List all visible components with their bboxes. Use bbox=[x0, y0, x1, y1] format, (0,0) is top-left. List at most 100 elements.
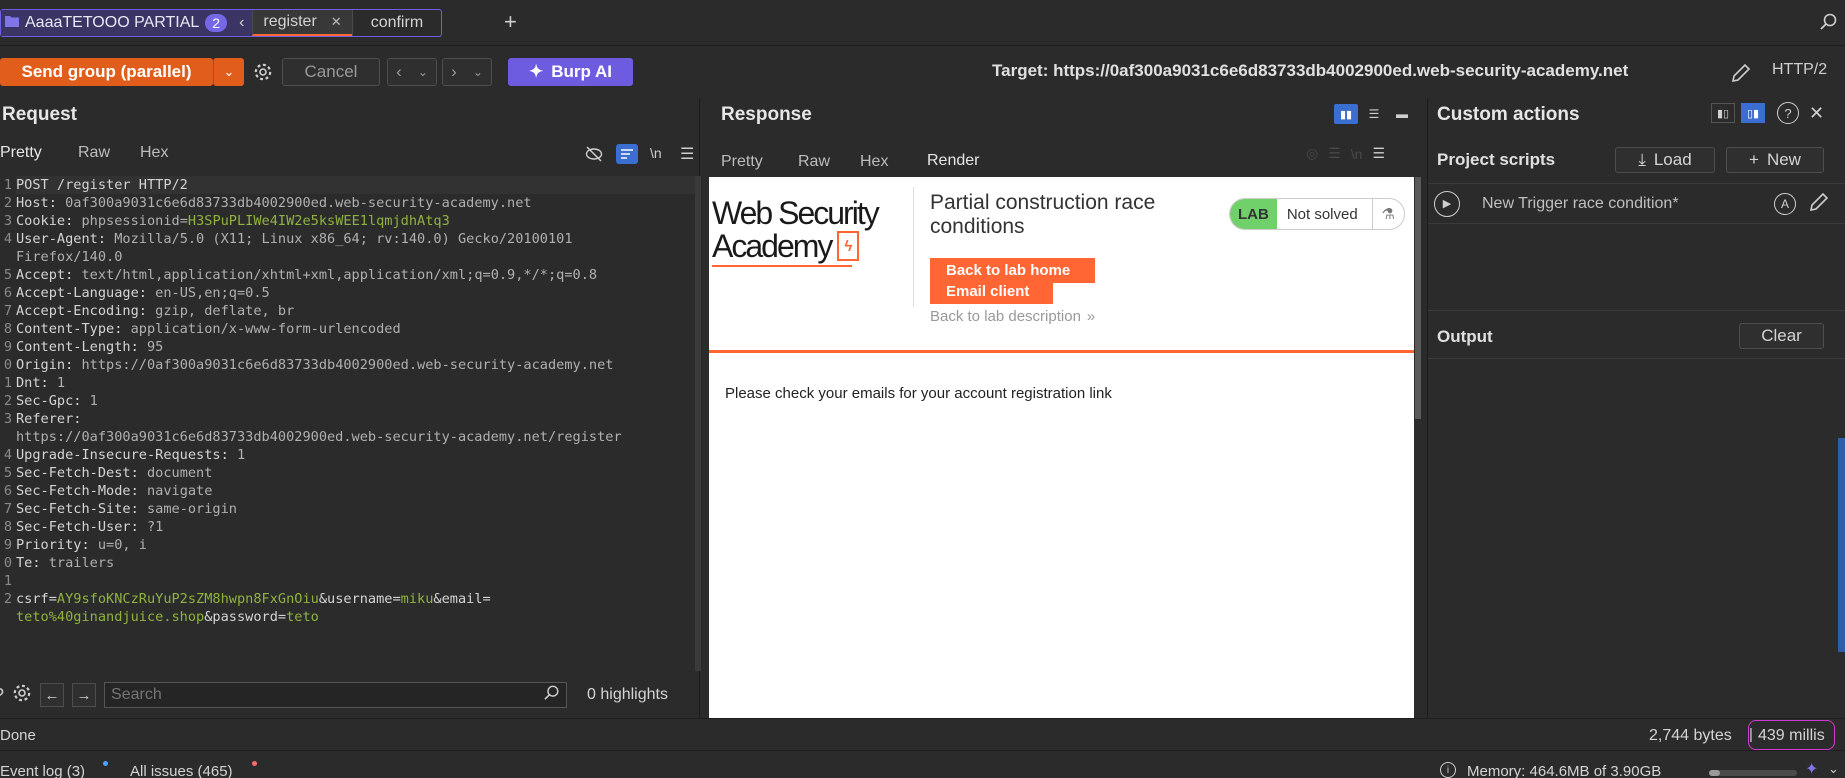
request-code[interactable]: POST /register HTTP/2 Host: 0af300a9031c6… bbox=[16, 176, 696, 626]
code-line: Content-Type: application/x-www-form-url… bbox=[16, 320, 696, 338]
newline-toggle[interactable]: \n bbox=[650, 145, 662, 161]
gear-icon[interactable] bbox=[251, 58, 275, 86]
code-line: Host: 0af300a9031c6e6d83733db4002900ed.w… bbox=[16, 194, 696, 212]
custom-actions-title: Custom actions bbox=[1437, 104, 1580, 125]
custom-actions-panel: Custom actions ▮▯ ▯▮ ? ✕ Project scripts… bbox=[1427, 98, 1845, 718]
menu-icon[interactable]: ☰ bbox=[1372, 145, 1385, 162]
header-name: Te: bbox=[16, 555, 49, 571]
script-row[interactable]: ▶ New Trigger race condition* A bbox=[1428, 184, 1845, 224]
tab-hex[interactable]: Hex bbox=[140, 144, 168, 162]
chevron-down-icon[interactable]: ⌄ bbox=[1828, 761, 1839, 777]
logo-text-line2: Academy bbox=[712, 228, 833, 264]
panel-scrollbar[interactable] bbox=[1838, 438, 1845, 652]
folder-icon bbox=[5, 14, 19, 32]
search-icon[interactable] bbox=[1820, 13, 1838, 35]
chevron-down-icon: ⌄ bbox=[472, 65, 483, 79]
cookie-value: H3SPuPLIWe4IW2e5ksWEE1lqmjdhAtq3 bbox=[187, 213, 450, 229]
search-input[interactable] bbox=[111, 686, 532, 704]
layout-right-icon[interactable]: ▯▮ bbox=[1741, 103, 1765, 123]
tab-group[interactable]: AaaaTETOOO PARTIAL 2 ‹ register ✕ confir… bbox=[0, 9, 443, 37]
search-field[interactable] bbox=[104, 682, 568, 708]
line-number: 5 bbox=[3, 465, 12, 481]
header-name: Sec-Gpc: bbox=[16, 393, 90, 409]
line-number bbox=[0, 248, 12, 266]
tab-render[interactable]: Render bbox=[915, 152, 992, 180]
layout-toggle[interactable]: ▮▮ ☰ ▬ bbox=[1334, 104, 1414, 124]
scripts-list: ▶ New Trigger race condition* A bbox=[1428, 183, 1845, 311]
hide-icon[interactable] bbox=[585, 146, 603, 166]
close-icon[interactable]: ✕ bbox=[1809, 103, 1824, 124]
close-icon[interactable]: ✕ bbox=[331, 14, 342, 30]
tab-pretty[interactable]: Pretty bbox=[0, 144, 78, 162]
render-scrollbar[interactable] bbox=[1415, 177, 1421, 419]
next-match-button[interactable]: → bbox=[72, 683, 97, 707]
custom-actions-controls: ▮▯ ▯▮ ? ✕ bbox=[1711, 102, 1824, 124]
info-icon[interactable]: i bbox=[1440, 762, 1456, 778]
line-number: 9 bbox=[3, 537, 12, 553]
header-name: Host: bbox=[16, 195, 66, 211]
hide-icon: ◎ bbox=[1306, 145, 1319, 161]
protocol-label[interactable]: HTTP/2 bbox=[1772, 61, 1827, 79]
tab-confirm[interactable]: confirm bbox=[351, 10, 441, 36]
code-line: Dnt: 1 bbox=[16, 374, 696, 392]
add-tab-button[interactable]: + bbox=[504, 9, 517, 35]
ai-icon[interactable]: A bbox=[1774, 192, 1796, 215]
script-name[interactable]: New Trigger race condition* bbox=[1482, 195, 1774, 213]
wrap-lines-icon[interactable] bbox=[616, 144, 638, 164]
clear-button[interactable]: Clear bbox=[1739, 323, 1824, 349]
header-value: https://0af300a9031c6e6d83733db4002900ed… bbox=[81, 357, 614, 373]
editor-scrollbar[interactable] bbox=[695, 176, 701, 671]
tab-group-header[interactable]: AaaaTETOOO PARTIAL 2 ‹ bbox=[1, 10, 253, 36]
memory-bar bbox=[1709, 770, 1797, 776]
tab-hex[interactable]: Hex bbox=[860, 153, 915, 171]
tab-raw[interactable]: Raw bbox=[798, 153, 860, 171]
code-line: Upgrade-Insecure-Requests: 1 bbox=[16, 446, 696, 464]
code-line: Origin: https://0af300a9031c6e6d83733db4… bbox=[16, 356, 696, 374]
previous-match-button[interactable]: ← bbox=[40, 683, 65, 707]
history-back-button[interactable]: ‹ ⌄ bbox=[387, 58, 437, 86]
all-issues-link[interactable]: All issues (465) bbox=[130, 763, 233, 778]
line-number: 5 bbox=[3, 267, 12, 283]
edit-target-icon[interactable] bbox=[1730, 62, 1752, 88]
response-bytes: 2,744 bytes bbox=[1649, 727, 1732, 744]
history-forward-button[interactable]: › ⌄ bbox=[442, 58, 492, 86]
new-script-button[interactable]: + New bbox=[1726, 147, 1824, 173]
event-log-indicator bbox=[103, 761, 108, 766]
email-client-button[interactable]: Email client bbox=[930, 280, 1053, 304]
wsa-logo[interactable]: Web Security Academy ϟ bbox=[712, 197, 882, 267]
split-horizontal-icon[interactable]: ☰ bbox=[1362, 104, 1386, 124]
search-icon[interactable] bbox=[544, 685, 560, 705]
edit-script-icon[interactable] bbox=[1808, 191, 1830, 217]
run-script-icon[interactable]: ▶ bbox=[1434, 190, 1460, 217]
line-number: 3 bbox=[3, 411, 12, 427]
split-vertical-icon[interactable]: ▮▮ bbox=[1334, 104, 1358, 124]
collapse-chevron-icon[interactable]: ‹ bbox=[239, 14, 244, 32]
tab-pretty[interactable]: Pretty bbox=[721, 153, 798, 171]
load-button[interactable]: ⤓ Load bbox=[1615, 147, 1715, 173]
line-number: 4 bbox=[3, 231, 12, 247]
single-pane-icon[interactable]: ▬ bbox=[1390, 104, 1414, 124]
burp-ai-button[interactable]: ✦ Burp AI bbox=[508, 58, 633, 86]
tab-register[interactable]: register ✕ bbox=[252, 10, 352, 36]
gear-icon[interactable] bbox=[12, 683, 32, 707]
help-icon[interactable]: ? bbox=[0, 685, 4, 706]
layout-left-icon[interactable]: ▮▯ bbox=[1711, 103, 1735, 123]
body-token: &username= bbox=[318, 591, 401, 607]
send-group-button[interactable]: Send group (parallel) bbox=[0, 58, 213, 86]
help-icon[interactable]: ? bbox=[1777, 102, 1799, 124]
header-name: Upgrade-Insecure-Requests: bbox=[16, 447, 237, 463]
menu-icon[interactable]: ☰ bbox=[680, 144, 694, 164]
memory-usage: Memory: 464.6MB of 3.90GB bbox=[1467, 763, 1662, 778]
cancel-button[interactable]: Cancel bbox=[282, 58, 380, 86]
request-editor[interactable]: 1 2 3 4 5 6 7 8 9 0 1 2 3 4 5 6 7 8 9 0 1 2 POST /register HT… bbox=[0, 176, 704, 671]
line-number: 8 bbox=[3, 321, 12, 337]
target-label[interactable]: Target: https://0af300a9031c6e6d83733db4… bbox=[992, 61, 1628, 81]
send-options-dropdown[interactable]: ⌄ bbox=[213, 58, 244, 86]
tab-raw[interactable]: Raw bbox=[78, 144, 140, 162]
event-log-link[interactable]: Event log (3) bbox=[0, 763, 85, 778]
back-to-lab-description-link[interactable]: Back to lab description » bbox=[930, 308, 1095, 325]
lab-status-widget: LAB Not solved ⚗ bbox=[1229, 198, 1405, 230]
status-text: Done bbox=[0, 727, 36, 744]
plus-icon: + bbox=[1749, 150, 1759, 169]
ai-sparkle-icon[interactable]: ✦ bbox=[1805, 759, 1818, 778]
